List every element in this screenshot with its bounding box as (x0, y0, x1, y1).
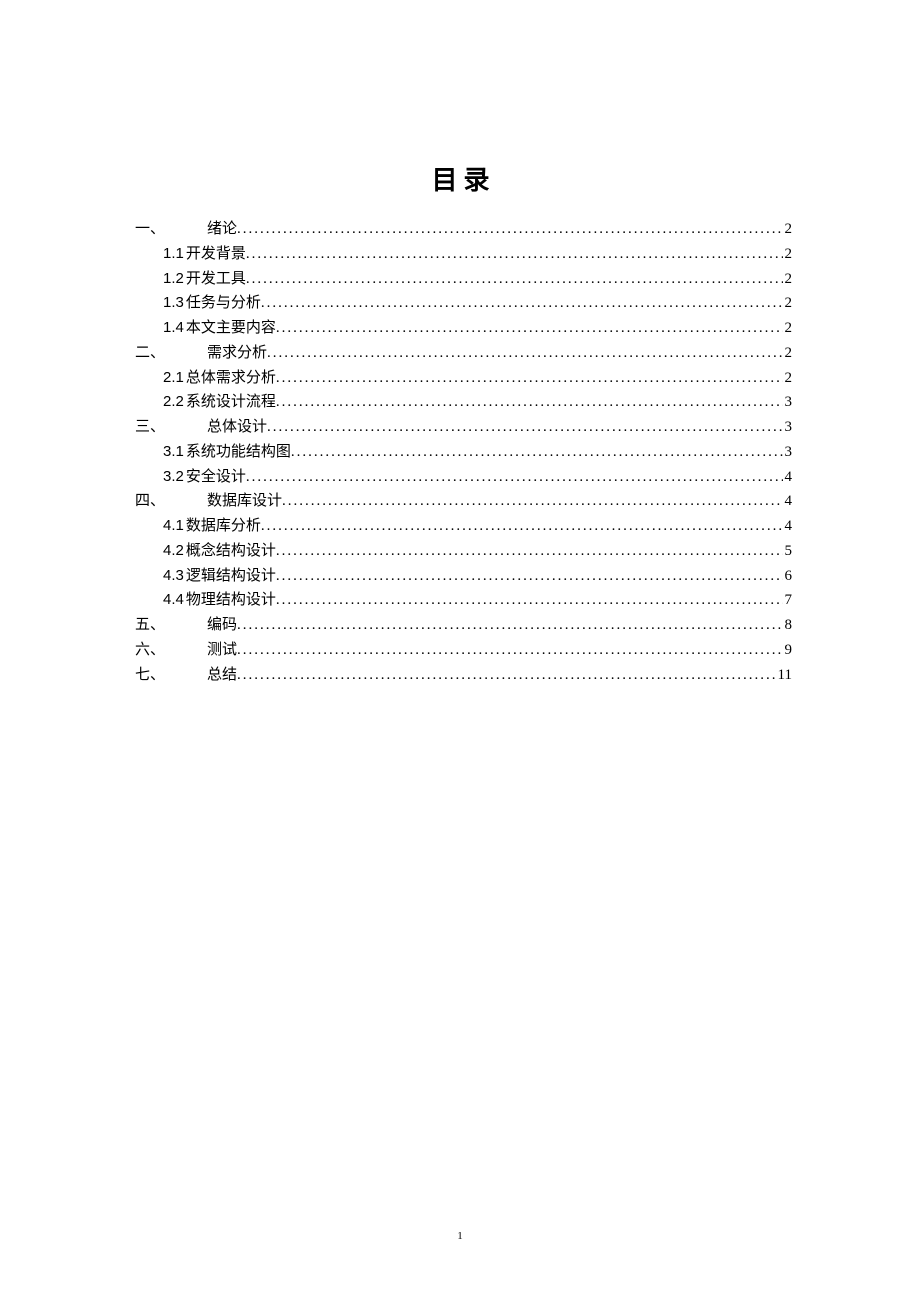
toc-leader-dots (276, 539, 783, 564)
toc-number: 4.1 (163, 514, 184, 539)
toc-page: 4 (783, 489, 793, 514)
toc-leader-dots (237, 613, 782, 638)
toc-page: 3 (783, 390, 793, 415)
toc-leader-dots (261, 514, 783, 539)
toc-leader-dots (291, 440, 783, 465)
toc-entry: 1.4本文主要内容 2 (135, 316, 792, 341)
toc-number: 七、 (135, 663, 207, 688)
toc-page: 2 (783, 316, 793, 341)
toc-number: 4.2 (163, 539, 184, 564)
toc-text: 总结 (207, 663, 237, 688)
toc-text: 开发背景 (186, 242, 246, 267)
toc-number: 六、 (135, 638, 207, 663)
toc-page: 2 (783, 341, 793, 366)
toc-text: 绪论 (207, 217, 237, 242)
toc-text: 开发工具 (186, 267, 246, 292)
toc-entry: 4.1数据库分析 4 (135, 514, 792, 539)
toc-text: 系统功能结构图 (186, 440, 291, 465)
toc-text: 安全设计 (186, 465, 246, 490)
toc-leader-dots (276, 390, 783, 415)
toc-leader-dots (261, 291, 783, 316)
toc-number: 一、 (135, 217, 207, 242)
toc-entry: 1.3任务与分析 2 (135, 291, 792, 316)
toc-text: 系统设计流程 (186, 390, 276, 415)
toc-text: 测试 (207, 638, 237, 663)
toc-leader-dots (237, 638, 782, 663)
toc-leader-dots (276, 316, 783, 341)
toc-leader-dots (282, 489, 782, 514)
toc-leader-dots (246, 465, 783, 490)
toc-page: 9 (783, 638, 793, 663)
toc-leader-dots (237, 217, 782, 242)
toc-page: 2 (783, 242, 793, 267)
toc-page: 8 (783, 613, 793, 638)
toc-entry: 3.2安全设计 4 (135, 465, 792, 490)
toc-page: 7 (783, 588, 793, 613)
toc-entry: 1.1开发背景 2 (135, 242, 792, 267)
toc-text: 数据库设计 (207, 489, 282, 514)
toc-leader-dots (267, 341, 782, 366)
toc-number: 3.2 (163, 465, 184, 490)
toc-page: 11 (776, 663, 792, 688)
toc-page: 2 (783, 291, 793, 316)
toc-page: 3 (783, 415, 793, 440)
toc-page: 2 (783, 366, 793, 391)
toc-number: 四、 (135, 489, 207, 514)
toc-entry: 三、总体设计 3 (135, 415, 792, 440)
toc-number: 2.1 (163, 366, 184, 391)
toc-number: 4.4 (163, 588, 184, 613)
toc-page: 4 (783, 514, 793, 539)
toc-number: 1.1 (163, 242, 184, 267)
document-title: 目录 (135, 160, 792, 197)
toc-text: 编码 (207, 613, 237, 638)
toc-text: 总体需求分析 (186, 366, 276, 391)
toc-entry: 一、绪论 2 (135, 217, 792, 242)
toc-leader-dots (246, 267, 783, 292)
toc-leader-dots (276, 564, 783, 589)
toc-entry: 4.2概念结构设计 5 (135, 539, 792, 564)
toc-page: 6 (783, 564, 793, 589)
toc-page: 2 (783, 267, 793, 292)
table-of-contents: 一、绪论21.1开发背景21.2开发工具21.3任务与分析21.4本文主要内容2… (135, 217, 792, 687)
toc-leader-dots (276, 366, 783, 391)
toc-entry: 4.3逻辑结构设计 6 (135, 564, 792, 589)
toc-entry: 二、需求分析 2 (135, 341, 792, 366)
toc-number: 1.4 (163, 316, 184, 341)
toc-text: 总体设计 (207, 415, 267, 440)
toc-entry: 七、总结 11 (135, 663, 792, 688)
toc-entry: 五、编码 8 (135, 613, 792, 638)
toc-entry: 四、数据库设计 4 (135, 489, 792, 514)
toc-page: 3 (783, 440, 793, 465)
toc-text: 本文主要内容 (186, 316, 276, 341)
toc-text: 物理结构设计 (186, 588, 276, 613)
toc-number: 4.3 (163, 564, 184, 589)
toc-leader-dots (276, 588, 783, 613)
toc-text: 逻辑结构设计 (186, 564, 276, 589)
toc-page: 2 (783, 217, 793, 242)
toc-text: 任务与分析 (186, 291, 261, 316)
toc-entry: 2.2系统设计流程 3 (135, 390, 792, 415)
toc-leader-dots (246, 242, 783, 267)
toc-entry: 1.2开发工具 2 (135, 267, 792, 292)
toc-page: 5 (783, 539, 793, 564)
toc-entry: 六、测试 9 (135, 638, 792, 663)
toc-number: 1.3 (163, 291, 184, 316)
toc-number: 3.1 (163, 440, 184, 465)
toc-page: 4 (783, 465, 793, 490)
toc-text: 需求分析 (207, 341, 267, 366)
page-number: 1 (0, 1230, 920, 1242)
toc-leader-dots (267, 415, 782, 440)
toc-text: 概念结构设计 (186, 539, 276, 564)
toc-text: 数据库分析 (186, 514, 261, 539)
toc-entry: 2.1总体需求分析 2 (135, 366, 792, 391)
toc-number: 1.2 (163, 267, 184, 292)
toc-number: 五、 (135, 613, 207, 638)
toc-entry: 3.1系统功能结构图 3 (135, 440, 792, 465)
toc-entry: 4.4物理结构设计 7 (135, 588, 792, 613)
toc-number: 三、 (135, 415, 207, 440)
toc-number: 2.2 (163, 390, 184, 415)
toc-number: 二、 (135, 341, 207, 366)
toc-leader-dots (237, 663, 776, 688)
